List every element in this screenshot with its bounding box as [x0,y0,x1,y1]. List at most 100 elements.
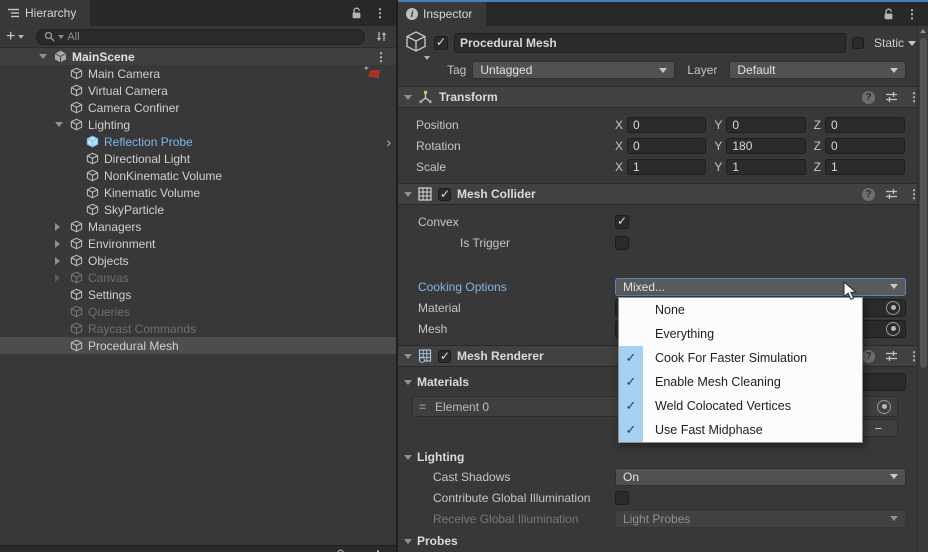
panel-menu-icon[interactable] [374,7,386,19]
lighting-section-header[interactable]: Lighting [398,448,928,466]
hierarchy-item[interactable]: Objects [0,252,396,269]
hierarchy-item[interactable]: Procedural Mesh [0,337,396,354]
hierarchy-item[interactable]: Settings [0,286,396,303]
row-adornment-icon[interactable] [386,134,391,150]
transform-header[interactable]: Transform [398,86,928,108]
hierarchy-item[interactable]: Reflection Probe [0,133,396,150]
row-adornment-icon[interactable] [363,64,381,80]
foldout-arrow-icon[interactable] [404,353,412,359]
lock-icon[interactable] [883,8,894,20]
hierarchy-icon [8,8,19,18]
position-x-field[interactable]: 0 [627,116,707,133]
foldout-arrow-icon[interactable] [404,538,412,544]
object-picker-icon[interactable] [877,399,891,414]
is-trigger-label: Is Trigger [460,235,511,250]
object-picker-icon[interactable] [886,321,900,336]
hierarchy-item[interactable]: Lighting [0,116,396,133]
foldout-arrow-icon[interactable] [39,54,54,59]
hierarchy-item-label: Kinematic Volume [104,185,201,200]
inspector-scrollbar[interactable] [917,26,928,552]
hierarchy-item[interactable]: Raycast Commands [0,320,396,337]
contribute-gi-label: Contribute Global Illumination [433,490,591,505]
hierarchy-item[interactable]: SkyParticle [0,201,396,218]
position-z-field[interactable]: 0 [825,116,905,133]
hierarchy-item[interactable]: NonKinematic Volume [0,167,396,184]
scale-x-field[interactable]: 1 [627,158,707,175]
foldout-arrow-icon[interactable] [404,94,412,100]
row-adornment-icon[interactable] [375,50,387,64]
create-button[interactable]: + [6,27,25,45]
foldout-arrow-icon[interactable] [404,379,412,385]
tab-hierarchy[interactable]: Hierarchy [0,0,91,26]
gameobject-icon [70,84,84,98]
rotation-y-field[interactable]: 180 [726,137,806,154]
foldout-arrow-icon[interactable] [404,191,412,197]
foldout-arrow-icon[interactable] [404,454,412,460]
rotation-x-field[interactable]: 0 [627,137,707,154]
position-y-field[interactable]: 0 [726,116,806,133]
is-trigger-checkbox[interactable] [615,235,629,250]
chevron-down-icon [18,34,25,39]
foldout-arrow-icon[interactable] [55,257,70,265]
tag-dropdown[interactable]: Untagged [472,61,676,79]
presets-icon[interactable] [885,188,898,200]
tab-inspector[interactable]: Inspector [398,2,487,26]
plus-icon: + [6,27,16,45]
foldout-arrow-icon[interactable] [55,122,70,127]
panel-menu-icon[interactable] [906,8,918,20]
convex-checkbox[interactable] [615,214,629,229]
component-enabled-checkbox[interactable] [438,349,451,363]
popup-item[interactable]: None [619,298,862,322]
hierarchy-item[interactable]: Kinematic Volume [0,184,396,201]
hierarchy-item-label: MainScene [72,49,135,64]
scale-z-field[interactable]: 1 [825,158,905,175]
sort-order-button[interactable] [375,30,388,43]
remove-element-button[interactable]: − [874,422,882,435]
static-checkbox[interactable] [851,37,864,49]
hierarchy-item[interactable]: Camera Confiner [0,99,396,116]
hierarchy-item[interactable]: Canvas [0,269,396,286]
popup-item[interactable]: Enable Mesh Cleaning [619,370,862,394]
search-input[interactable]: All [36,28,365,45]
cast-shadows-dropdown[interactable]: On [615,467,906,486]
hierarchy-item[interactable]: Environment [0,235,396,252]
scroll-up-arrow-icon[interactable] [918,26,928,36]
hierarchy-item[interactable]: Directional Light [0,150,396,167]
hierarchy-item[interactable]: Virtual Camera [0,82,396,99]
foldout-arrow-icon[interactable] [55,223,70,231]
active-checkbox[interactable] [434,35,448,50]
layer-dropdown[interactable]: Default [729,61,906,79]
popup-item[interactable]: Cook For Faster Simulation [619,346,862,370]
hierarchy-item[interactable]: Managers [0,218,396,235]
help-icon[interactable] [862,90,875,104]
contribute-gi-checkbox[interactable] [615,490,629,505]
object-picker-icon[interactable] [886,300,900,315]
presets-icon[interactable] [885,350,898,362]
cooking-options-dropdown[interactable]: Mixed... [615,277,906,296]
drag-handle-icon[interactable] [419,400,425,414]
scrollbar-thumb[interactable] [920,38,927,368]
component-enabled-checkbox[interactable] [438,187,451,201]
help-icon[interactable] [862,187,875,201]
foldout-arrow-icon[interactable] [55,240,70,248]
hierarchy-item[interactable]: Queries [0,303,396,320]
mesh-collider-header[interactable]: Mesh Collider [398,183,928,205]
chevron-down-icon[interactable] [908,40,916,46]
rotation-z-field[interactable]: 0 [825,137,905,154]
help-icon[interactable] [862,349,875,363]
popup-item[interactable]: Weld Colocated Vertices [619,394,862,418]
presets-icon[interactable] [885,91,898,103]
name-field[interactable]: Procedural Mesh [454,33,846,53]
static-group[interactable]: Static [846,36,928,50]
popup-item[interactable]: Use Fast Midphase [619,418,862,442]
gameobject-header: Procedural Mesh Static Tag Untagged Laye… [398,26,928,86]
hierarchy-item[interactable]: Main Camera [0,64,396,82]
foldout-arrow-icon[interactable] [55,274,70,282]
hierarchy-item[interactable]: MainScene [0,48,396,65]
lock-icon[interactable] [351,7,362,19]
search-filter-caret-icon[interactable] [58,34,65,39]
gameobject-cube-icon[interactable] [404,30,434,60]
scale-y-field[interactable]: 1 [726,158,806,175]
probes-section-header[interactable]: Probes [398,532,928,550]
popup-item[interactable]: Everything [619,322,862,346]
